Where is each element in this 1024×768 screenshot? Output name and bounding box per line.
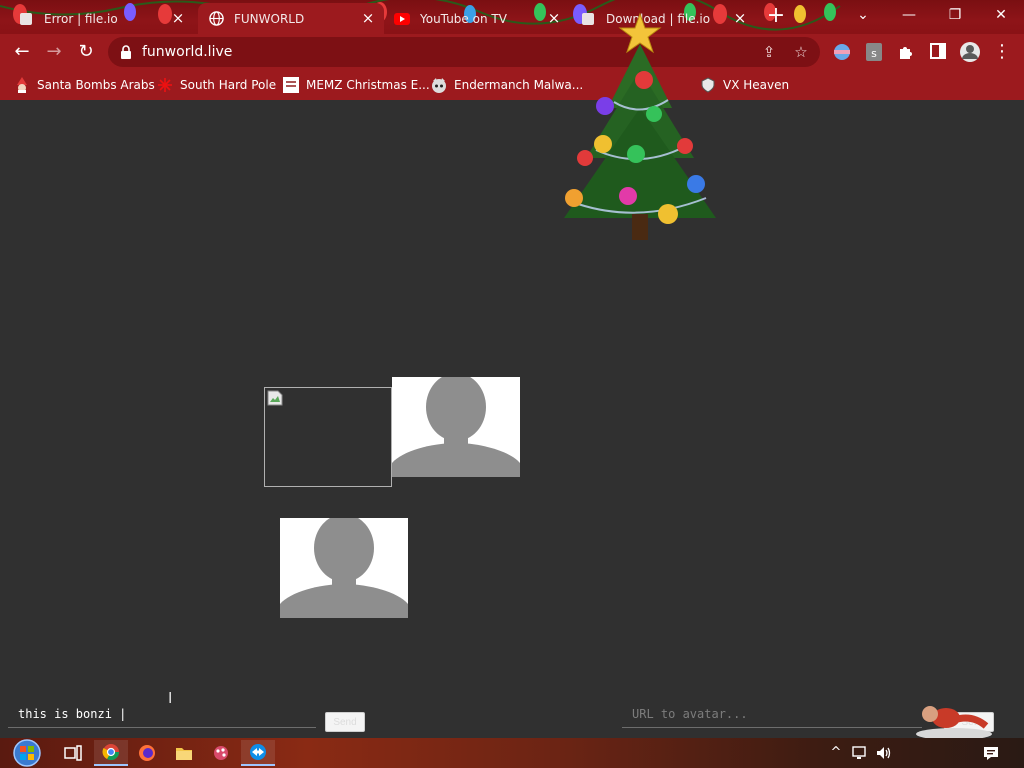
volume-icon[interactable] — [875, 745, 891, 761]
paint-icon — [214, 746, 228, 760]
svg-text:s: s — [871, 47, 877, 60]
bookmark-label: South Hard Pole — [180, 78, 277, 92]
tab-search-button[interactable]: ⌄ — [840, 0, 886, 30]
youtube-icon — [394, 11, 410, 27]
default-user-silhouette-icon — [392, 377, 520, 477]
chat-input[interactable] — [8, 700, 316, 728]
default-user-silhouette-icon — [280, 518, 408, 618]
network-icon[interactable] — [851, 745, 867, 761]
menu-kebab-icon[interactable]: ⋮ — [988, 38, 1016, 66]
lock-icon — [121, 45, 131, 59]
windows-taskbar: ^ — [0, 738, 1024, 768]
close-tab-icon[interactable]: × — [360, 10, 376, 26]
christmas-tree-decoration — [564, 12, 716, 240]
profile-flag-icon[interactable] — [833, 43, 851, 61]
chrome-icon — [102, 744, 120, 761]
url-text: funworld.live — [142, 44, 233, 60]
share-icon[interactable]: ⇪ — [760, 43, 778, 61]
reload-icon[interactable]: ↻ — [72, 38, 100, 66]
new-tab-button[interactable]: + — [765, 5, 787, 28]
user-avatar[interactable] — [280, 518, 408, 618]
restore-button[interactable]: ❐ — [932, 0, 978, 30]
bookmark-south-hard-pole[interactable]: South Hard Pole — [157, 76, 276, 94]
bookmark-label: MEMZ Christmas E... — [306, 78, 430, 92]
file-explorer-icon — [176, 748, 192, 760]
document-icon — [283, 77, 299, 93]
back-arrow-icon[interactable]: ← — [8, 38, 36, 66]
bookmarks-bar: Santa Bombs Arabs South Hard Pole MEMZ C… — [0, 70, 1024, 100]
globe-icon — [208, 11, 224, 27]
taskbar-teamviewer[interactable] — [241, 740, 275, 766]
close-window-button[interactable]: ✕ — [978, 0, 1024, 30]
tab-title: Error | file.io — [44, 11, 118, 26]
broken-image — [264, 387, 392, 487]
cat-face-icon — [431, 77, 447, 93]
teamviewer-icon — [250, 744, 266, 760]
user-avatar[interactable] — [392, 377, 520, 477]
extensions-puzzle-icon[interactable] — [897, 43, 915, 61]
side-panel-icon[interactable] — [930, 43, 946, 59]
bookmark-label: Santa Bombs Arabs — [37, 78, 155, 92]
send-button[interactable]: Send — [325, 712, 365, 732]
broken-image-icon — [267, 390, 283, 406]
taskbar-paint[interactable] — [204, 740, 238, 766]
bookmark-label: VX Heaven — [723, 78, 790, 92]
file-io-icon — [18, 11, 34, 27]
taskbar-firefox[interactable] — [130, 740, 164, 766]
forward-arrow-icon[interactable]: → — [40, 38, 68, 66]
notifications-icon[interactable] — [983, 745, 999, 761]
close-tab-icon[interactable]: × — [732, 10, 748, 26]
close-tab-icon[interactable]: × — [170, 10, 186, 26]
taskbar-file-explorer[interactable] — [167, 740, 201, 766]
start-orb-icon — [13, 739, 41, 767]
minimize-button[interactable]: — — [886, 0, 932, 30]
santa-icon — [14, 77, 30, 93]
bonzi-character-image — [916, 706, 992, 738]
page-content: Send I Set — [0, 12, 1024, 738]
tab-youtube-on-tv[interactable]: YouTube on TV × — [384, 3, 570, 34]
bookmark-santa-bombs-arabs[interactable]: Santa Bombs Arabs — [14, 76, 155, 94]
text-cursor-icon: I — [168, 689, 173, 707]
browser-toolbar: ← → ↻ funworld.live ⇪ ☆ s ⋮ — [0, 34, 1024, 70]
task-view-icon — [64, 745, 82, 761]
chevron-up-icon[interactable]: ^ — [828, 745, 844, 761]
firefox-icon — [139, 745, 155, 761]
task-view-button[interactable] — [56, 740, 90, 766]
snowflake-icon — [157, 77, 173, 93]
tab-error-file-io[interactable]: Error | file.io × — [8, 3, 194, 34]
extension-s-icon[interactable]: s — [866, 43, 882, 61]
profile-avatar-icon[interactable] — [959, 41, 981, 63]
start-button[interactable] — [8, 739, 46, 767]
bookmark-memz-christmas[interactable]: MEMZ Christmas E... — [283, 76, 430, 94]
tab-funworld[interactable]: FUNWORLD × — [198, 3, 384, 34]
bookmark-star-icon[interactable]: ☆ — [792, 43, 810, 61]
tab-strip: Error | file.io × FUNWORLD × YouTube on … — [0, 0, 1024, 34]
taskbar-chrome[interactable] — [94, 740, 128, 766]
tab-title: YouTube on TV — [420, 11, 507, 26]
tab-title: FUNWORLD — [234, 11, 305, 26]
avatar-url-input[interactable] — [622, 700, 922, 728]
